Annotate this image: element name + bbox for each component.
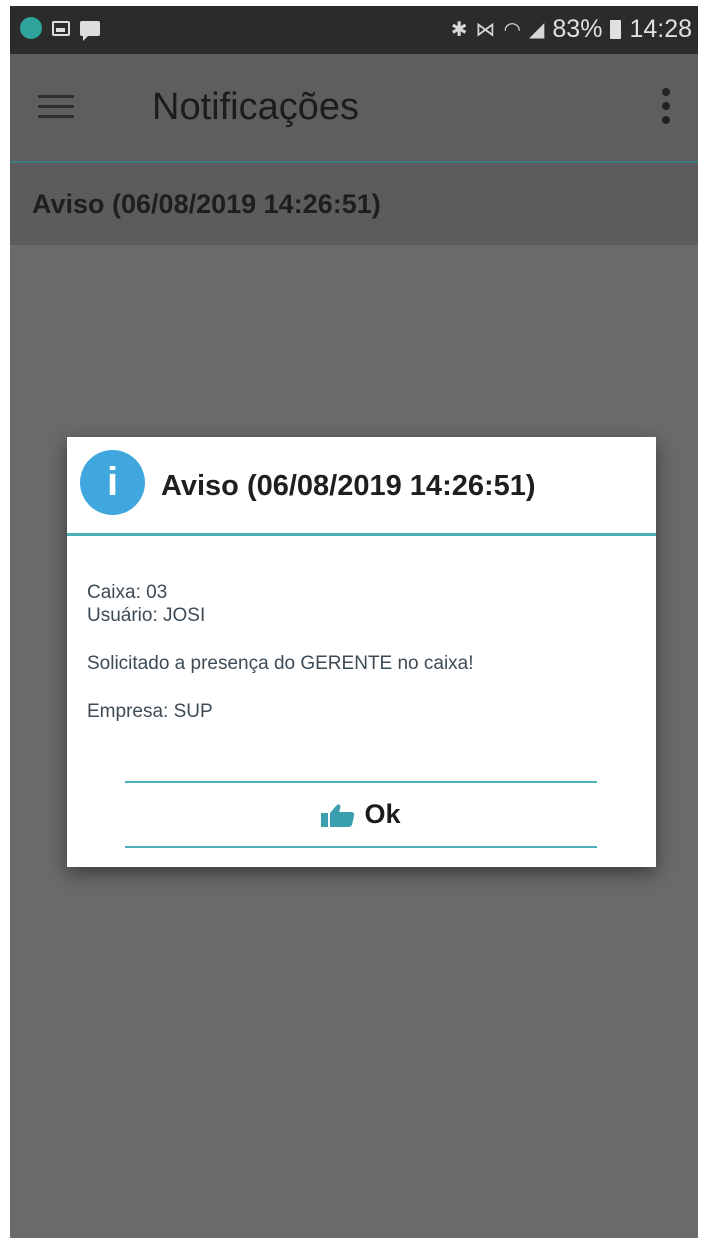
notification-list-item[interactable]: Aviso (06/08/2019 14:26:51) <box>10 163 698 245</box>
empresa-line: Empresa: SUP <box>87 701 213 722</box>
app-notification-icon <box>20 17 42 39</box>
thumbs-up-icon <box>321 803 355 827</box>
info-icon: i <box>80 450 145 515</box>
signal-icon: ◢ <box>529 19 545 41</box>
notification-dialog: i Aviso (06/08/2019 14:26:51) Caixa: 03 … <box>67 437 656 867</box>
hamburger-menu-icon[interactable] <box>38 95 74 118</box>
clock: 14:28 <box>629 15 692 43</box>
dialog-body: Caixa: 03 Usuário: JOSI Solicitado a pre… <box>87 581 637 723</box>
overflow-menu-icon[interactable] <box>662 88 670 130</box>
battery-percent: 83% <box>552 15 603 43</box>
phone-screen: ✱ ⋈ ◠ ◢ 83% 14:28 Notificações Aviso (06… <box>10 6 698 1238</box>
mute-icon: ⋈ <box>475 19 496 41</box>
caixa-line: Caixa: 03 <box>87 582 168 603</box>
notification-item-label: Aviso (06/08/2019 14:26:51) <box>32 189 381 219</box>
dialog-header: i Aviso (06/08/2019 14:26:51) <box>67 437 656 536</box>
page-title: Notificações <box>152 86 359 128</box>
chat-icon <box>80 20 100 41</box>
bluetooth-icon: ✱ <box>450 19 468 41</box>
dialog-title: Aviso (06/08/2019 14:26:51) <box>161 470 536 502</box>
ok-button-label: Ok <box>364 799 401 829</box>
image-icon <box>52 20 70 36</box>
ok-button[interactable]: Ok <box>125 781 597 848</box>
status-bar: ✱ ⋈ ◠ ◢ 83% 14:28 <box>10 6 698 54</box>
usuario-line: Usuário: JOSI <box>87 605 206 626</box>
battery-icon <box>610 20 622 39</box>
message-line: Solicitado a presença do GERENTE no caix… <box>87 653 474 674</box>
app-bar: Notificações <box>10 54 698 163</box>
wifi-icon: ◠ <box>503 19 521 41</box>
